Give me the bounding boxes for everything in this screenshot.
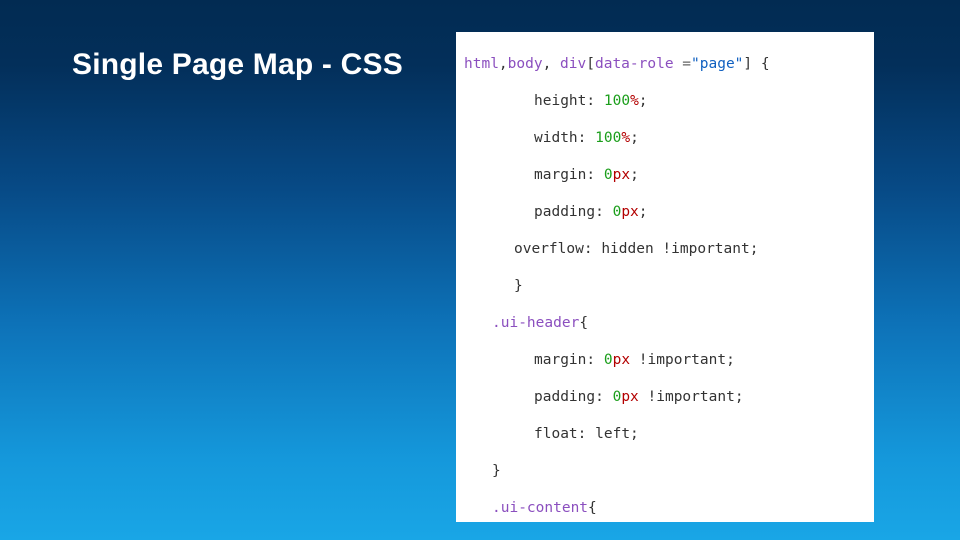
slide: Single Page Map - CSS html,body, div[dat… <box>0 0 960 540</box>
slide-title: Single Page Map - CSS <box>72 48 403 82</box>
code-token: html <box>464 56 499 72</box>
code-snippet: html,body, div[data-role ="page"] { heig… <box>456 32 874 522</box>
